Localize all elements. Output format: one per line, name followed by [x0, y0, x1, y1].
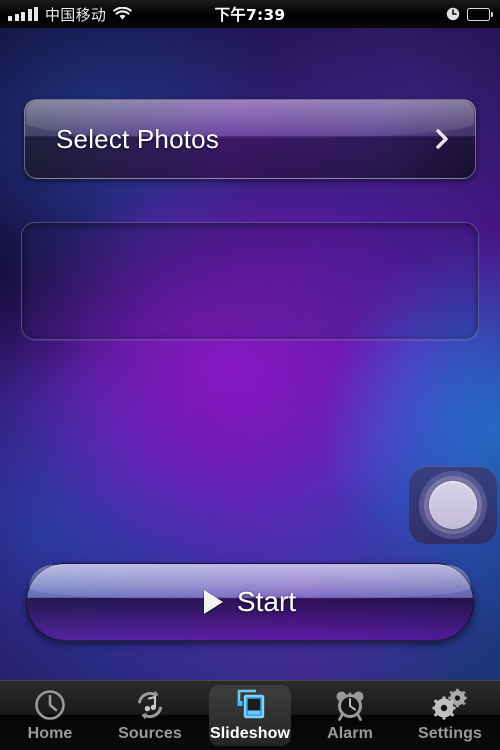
clock-time: 下午7:39	[214, 6, 286, 24]
wifi-icon	[113, 6, 132, 21]
alarm-clock-icon	[330, 688, 370, 722]
tab-alarm-label: Alarm	[327, 725, 373, 742]
selected-photos-panel[interactable]	[21, 222, 479, 340]
dial-knob[interactable]	[409, 466, 497, 544]
start-button[interactable]: Start	[26, 563, 474, 641]
tab-slideshow-label: Slideshow	[209, 725, 291, 742]
tab-sources[interactable]: Sources	[100, 681, 200, 750]
alarm-clock-indicator-icon	[446, 7, 460, 21]
refresh-music-icon	[130, 688, 170, 722]
carrier-label: 中国移动	[45, 5, 107, 24]
battery-icon	[467, 7, 493, 21]
status-bar-left: 中国移动	[0, 4, 132, 25]
tab-home-label: Home	[27, 725, 73, 742]
gears-icon	[430, 688, 470, 722]
circular-dial-icon	[419, 471, 487, 539]
clock-icon	[30, 688, 70, 722]
play-triangle-icon	[203, 590, 223, 614]
photo-frames-icon	[230, 688, 270, 722]
tab-home[interactable]: Home	[0, 681, 100, 750]
chevron-right-icon	[435, 128, 449, 150]
start-label: Start	[236, 586, 297, 617]
app-screen: 中国移动 下午7:39 Select Photos Start Home Sou…	[0, 0, 500, 750]
tab-slideshow[interactable]: Slideshow	[200, 681, 300, 750]
status-bar: 中国移动 下午7:39	[0, 0, 500, 28]
tab-settings-label: Settings	[418, 725, 482, 742]
tab-sources-label: Sources	[118, 725, 182, 742]
status-bar-right	[446, 7, 493, 21]
select-photos-label: Select Photos	[56, 123, 220, 154]
tab-bar: Home Sources Slideshow Alarm Settings	[0, 680, 500, 750]
tab-settings[interactable]: Settings	[400, 681, 500, 750]
tab-alarm[interactable]: Alarm	[300, 681, 400, 750]
select-photos-button[interactable]: Select Photos	[24, 99, 476, 179]
signal-bars-icon	[8, 7, 38, 21]
